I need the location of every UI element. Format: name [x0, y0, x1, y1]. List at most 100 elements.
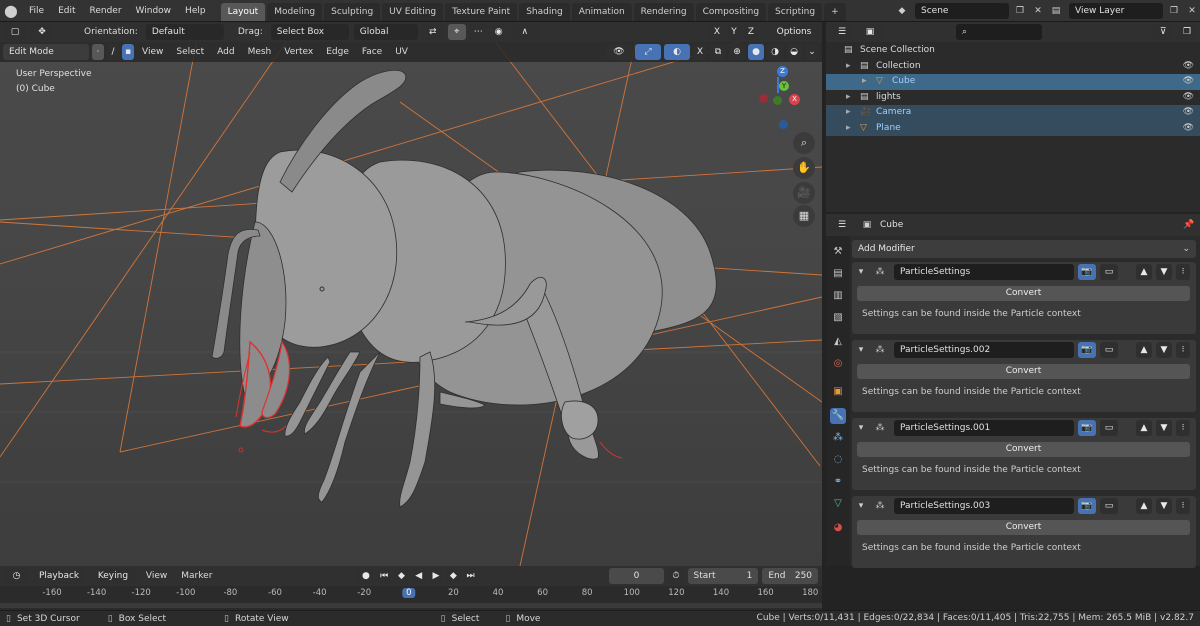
zoom-icon[interactable]: ⌕ — [793, 132, 815, 154]
edge-select-mode-icon[interactable]: / — [107, 44, 119, 60]
collapse-arrow-icon[interactable]: ▾ — [856, 420, 866, 436]
menu-edit[interactable]: Edit — [51, 0, 82, 22]
snap-icon[interactable]: ⌖ — [447, 24, 466, 40]
outliner-row[interactable]: ▸ ▤ lights 👁 — [826, 90, 1200, 106]
convert-button[interactable]: Convert — [857, 520, 1190, 535]
expand-arrow-icon[interactable]: ▸ — [846, 59, 851, 75]
modifier-options-icon[interactable]: ⁝ — [1176, 498, 1190, 514]
camera-view-icon[interactable]: 🎥 — [793, 182, 815, 204]
viewport-toggle-icon[interactable]: ▭ — [1100, 342, 1118, 358]
render-toggle-icon[interactable]: 📷 — [1078, 342, 1096, 358]
visibility-eye-icon[interactable]: 👁 — [1183, 59, 1194, 75]
tab-texture-paint[interactable]: Texture Paint — [445, 3, 518, 21]
gizmo-neg-x[interactable] — [759, 94, 768, 103]
new-collection-icon[interactable]: ❐ — [1178, 24, 1196, 40]
world-tab-icon[interactable]: ◎ — [830, 356, 846, 372]
render-toggle-icon[interactable]: 📷 — [1078, 264, 1096, 280]
proportional-edit-icon[interactable]: ◉ — [489, 24, 508, 40]
view-layer-icon[interactable]: ▤ — [1046, 3, 1066, 19]
3d-viewport[interactable]: ▢ ✥ Orientation: Default Drag: Select Bo… — [0, 22, 822, 566]
menu-face[interactable]: Face — [357, 43, 387, 61]
display-mode-icon[interactable]: ▣ — [858, 24, 882, 40]
copy-scene-icon[interactable]: ❐ — [1012, 3, 1028, 19]
modifier-options-icon[interactable]: ⁝ — [1176, 420, 1190, 436]
gizmo-y-axis[interactable]: Y — [779, 81, 789, 91]
mirror-z-toggle[interactable]: Z — [744, 24, 758, 40]
visibility-eye-icon[interactable]: 👁 — [1183, 74, 1194, 90]
delete-scene-icon[interactable]: ✕ — [1031, 3, 1045, 19]
move-down-icon[interactable]: ▼ — [1156, 420, 1172, 436]
convert-button[interactable]: Convert — [857, 286, 1190, 301]
delete-view-layer-icon[interactable]: ✕ — [1185, 3, 1199, 19]
scene-icon[interactable]: ◆ — [892, 3, 912, 19]
gizmo-neg-z[interactable] — [779, 120, 788, 129]
data-tab-icon[interactable]: ▽ — [830, 496, 846, 512]
menu-select[interactable]: Select — [171, 43, 209, 61]
visibility-eye-icon[interactable]: 👁 — [1183, 105, 1194, 121]
view-layer-tab-icon[interactable]: ▧ — [830, 310, 846, 326]
shading-options-icon[interactable]: ⌄ — [805, 44, 819, 60]
modifier-name-field[interactable]: ParticleSettings.002 — [894, 342, 1074, 358]
move-down-icon[interactable]: ▼ — [1156, 342, 1172, 358]
expand-arrow-icon[interactable]: ▸ — [846, 105, 851, 121]
properties-editor-type-icon[interactable]: ☰ — [830, 217, 854, 233]
menu-vertex[interactable]: Vertex — [279, 43, 318, 61]
collapse-arrow-icon[interactable]: ▾ — [856, 342, 866, 358]
tab-shading[interactable]: Shading — [519, 3, 570, 21]
expand-arrow-icon[interactable]: ▸ — [862, 74, 867, 90]
modifier-tab-icon[interactable]: 🔧 — [830, 408, 846, 424]
ortho-grid-icon[interactable]: ▦ — [793, 205, 815, 227]
view-layer-field[interactable]: View Layer — [1069, 3, 1163, 19]
move-up-icon[interactable]: ▲ — [1136, 342, 1152, 358]
render-toggle-icon[interactable]: 📷 — [1078, 498, 1096, 514]
shading-rendered-icon[interactable]: ◒ — [786, 44, 802, 60]
move-up-icon[interactable]: ▲ — [1136, 420, 1152, 436]
collapse-arrow-icon[interactable]: ▾ — [856, 498, 866, 514]
render-toggle-icon[interactable]: 📷 — [1078, 420, 1096, 436]
outliner-row[interactable]: ▸ ▤ Collection 👁 — [826, 59, 1200, 75]
menu-view[interactable]: View — [137, 43, 168, 61]
shading-solid-icon[interactable]: ● — [748, 44, 764, 60]
outliner-row[interactable]: ▤ Scene Collection — [826, 43, 1200, 59]
mirror-x-toggle[interactable]: X — [710, 24, 724, 40]
outliner-row[interactable]: ▸ 🎥 Camera 👁 — [826, 105, 1200, 121]
tab-rendering[interactable]: Rendering — [633, 3, 694, 21]
transform-orientation-select[interactable]: Global — [353, 24, 418, 40]
object-tab-icon[interactable]: ▣ — [830, 384, 846, 400]
outliner-row[interactable]: ▸ ▽ Plane 👁 — [826, 120, 1200, 137]
pan-hand-icon[interactable]: ✋ — [793, 157, 815, 179]
visibility-eye-icon[interactable]: 👁 — [1183, 121, 1194, 137]
move-up-icon[interactable]: ▲ — [1136, 264, 1152, 280]
snap-target-icon[interactable]: ⋯ — [468, 24, 487, 40]
menu-window[interactable]: Window — [129, 0, 179, 22]
gizmo-neg-y[interactable] — [773, 96, 782, 105]
tab-sculpting[interactable]: Sculpting — [324, 3, 381, 21]
constraints-tab-icon[interactable]: ⚭ — [830, 474, 846, 490]
render-tab-icon[interactable]: ▤ — [830, 266, 846, 282]
gizmo-x-axis[interactable]: X — [789, 94, 800, 105]
options-button[interactable]: Options — [769, 24, 819, 40]
expand-arrow-icon[interactable]: ▸ — [846, 121, 851, 137]
material-tab-icon[interactable]: ◕ — [830, 520, 846, 536]
modifier-name-field[interactable]: ParticleSettings.003 — [894, 498, 1074, 514]
tab-compositing[interactable]: Compositing — [695, 3, 767, 21]
convert-button[interactable]: Convert — [857, 442, 1190, 457]
menu-help[interactable]: Help — [178, 0, 213, 22]
viewport-toggle-icon[interactable]: ▭ — [1100, 264, 1118, 280]
convert-button[interactable]: Convert — [857, 364, 1190, 379]
xray-toggle-icon[interactable]: ⧉ — [710, 44, 726, 60]
timeline-scrollbar[interactable] — [0, 603, 822, 608]
outliner-row[interactable]: ▸ ▽ Cube 👁 — [826, 74, 1200, 90]
viewport-toggle-icon[interactable]: ▭ — [1100, 498, 1118, 514]
navigation-gizmo[interactable]: Z Y X — [752, 66, 808, 130]
copy-view-layer-icon[interactable]: ❐ — [1166, 3, 1182, 19]
overlay-toggle-icon[interactable]: ◐ — [664, 44, 690, 60]
mirror-y-toggle[interactable]: Y — [727, 24, 741, 40]
collapse-arrow-icon[interactable]: ▾ — [856, 264, 866, 280]
menu-edge[interactable]: Edge — [321, 43, 354, 61]
filter-icon[interactable]: ⊽ — [1152, 24, 1174, 40]
vertex-select-mode-icon[interactable]: · — [92, 44, 104, 60]
gizmo-toggle-icon[interactable]: ⤢ — [635, 44, 661, 60]
face-select-mode-icon[interactable]: ▪ — [122, 44, 134, 60]
menu-uv[interactable]: UV — [390, 43, 413, 61]
